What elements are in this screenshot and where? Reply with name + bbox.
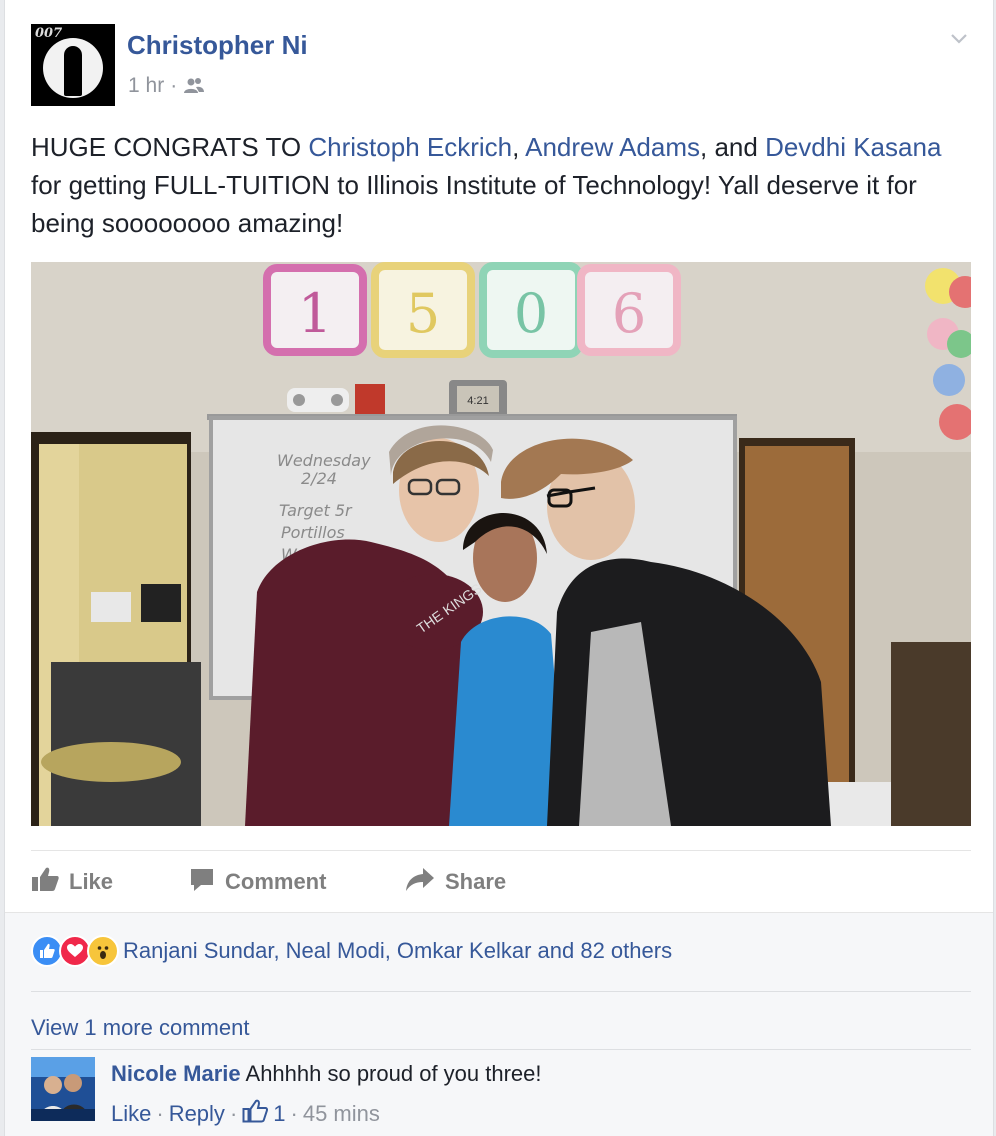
- mention-link[interactable]: Andrew Adams: [525, 132, 700, 162]
- actions-divider: [31, 850, 971, 851]
- avatar-logo-text: 007: [35, 26, 63, 41]
- like-label: Like: [69, 869, 114, 894]
- meta-separator: ·: [156, 1101, 164, 1126]
- thumbs-up-outline-icon[interactable]: [242, 1099, 269, 1129]
- share-label: Share: [445, 869, 507, 894]
- wow-reaction-icon: [87, 935, 119, 967]
- room-digit: 6: [612, 282, 646, 345]
- post-timestamp[interactable]: 1 hr: [128, 74, 164, 98]
- share-button[interactable]: Share: [405, 866, 506, 898]
- post-text: HUGE CONGRATS TO Christoph Eckrich, Andr…: [31, 128, 951, 242]
- comment-reply-link[interactable]: Reply: [169, 1101, 225, 1127]
- view-more-comments-link[interactable]: View 1 more comment: [31, 1015, 249, 1041]
- comment-author[interactable]: Nicole Marie: [111, 1061, 241, 1086]
- reactions-summary[interactable]: Ranjani Sundar, Neal Modi, Omkar Kelkar …: [31, 935, 672, 967]
- mention-link[interactable]: Christoph Eckrich: [308, 132, 512, 162]
- comment-label: Comment: [225, 869, 327, 894]
- post-text-segment: HUGE CONGRATS TO: [31, 132, 309, 162]
- thumbs-up-icon: [31, 866, 59, 898]
- chevron-down-icon[interactable]: [949, 28, 969, 48]
- whiteboard-text: 2/24: [301, 469, 337, 488]
- meta-separator: ·: [229, 1101, 238, 1126]
- meta-separator: ·: [170, 74, 178, 97]
- comment: Nicole Marie Ahhhhh so proud of you thre…: [111, 1061, 542, 1087]
- whiteboard-text: Portillos: [281, 523, 345, 542]
- author-name[interactable]: Christopher Ni: [127, 30, 308, 61]
- post-text-segment: , and: [700, 132, 766, 162]
- post-text-segment: for getting FULL-TUITION to Illinois Ins…: [31, 170, 917, 238]
- post-text-segment: ,: [512, 132, 526, 162]
- comment-like-count[interactable]: 1: [273, 1101, 285, 1127]
- feedback-section: Ranjani Sundar, Neal Modi, Omkar Kelkar …: [5, 912, 993, 1136]
- like-button[interactable]: Like: [31, 866, 113, 898]
- comment-divider: [31, 1049, 971, 1050]
- meta-separator: ·: [290, 1101, 298, 1126]
- room-digit: 0: [514, 282, 548, 345]
- comment-like-link[interactable]: Like: [111, 1101, 151, 1127]
- post-header: 007 Christopher Ni 1 hr ·: [31, 24, 971, 108]
- whiteboard-text: Wednesday: [277, 451, 371, 470]
- share-arrow-icon: [405, 866, 435, 898]
- clock-display: 4:21: [467, 395, 488, 407]
- author-avatar[interactable]: 007: [31, 24, 115, 106]
- comment-button[interactable]: Comment: [189, 866, 326, 898]
- comment-text: Ahhhhh so proud of you three!: [245, 1061, 542, 1086]
- reactions-names[interactable]: Ranjani Sundar, Neal Modi, Omkar Kelkar …: [123, 938, 672, 964]
- commenter-avatar[interactable]: [31, 1057, 95, 1121]
- speech-bubble-icon: [189, 866, 215, 898]
- room-digit: 5: [406, 282, 440, 345]
- friends-audience-icon[interactable]: [183, 77, 205, 95]
- feedback-divider: [31, 991, 971, 992]
- avatar-silhouette: [64, 46, 82, 96]
- room-digit: 1: [298, 282, 332, 345]
- whiteboard-text: Target 5r: [279, 501, 353, 520]
- post-meta: 1 hr ·: [128, 74, 205, 98]
- mention-link[interactable]: Devdhi Kasana: [765, 132, 941, 162]
- reaction-icons: [31, 935, 119, 967]
- post-card: 007 Christopher Ni 1 hr · HUGE CONGRATS …: [4, 0, 994, 1136]
- post-photo[interactable]: 1 5 0 6 4:21 Wednesday 2/24 Target 5r Po…: [31, 262, 971, 826]
- comment-timestamp[interactable]: 45 mins: [303, 1101, 380, 1127]
- comment-actions: Like · Reply · 1 · 45 mins: [111, 1099, 380, 1129]
